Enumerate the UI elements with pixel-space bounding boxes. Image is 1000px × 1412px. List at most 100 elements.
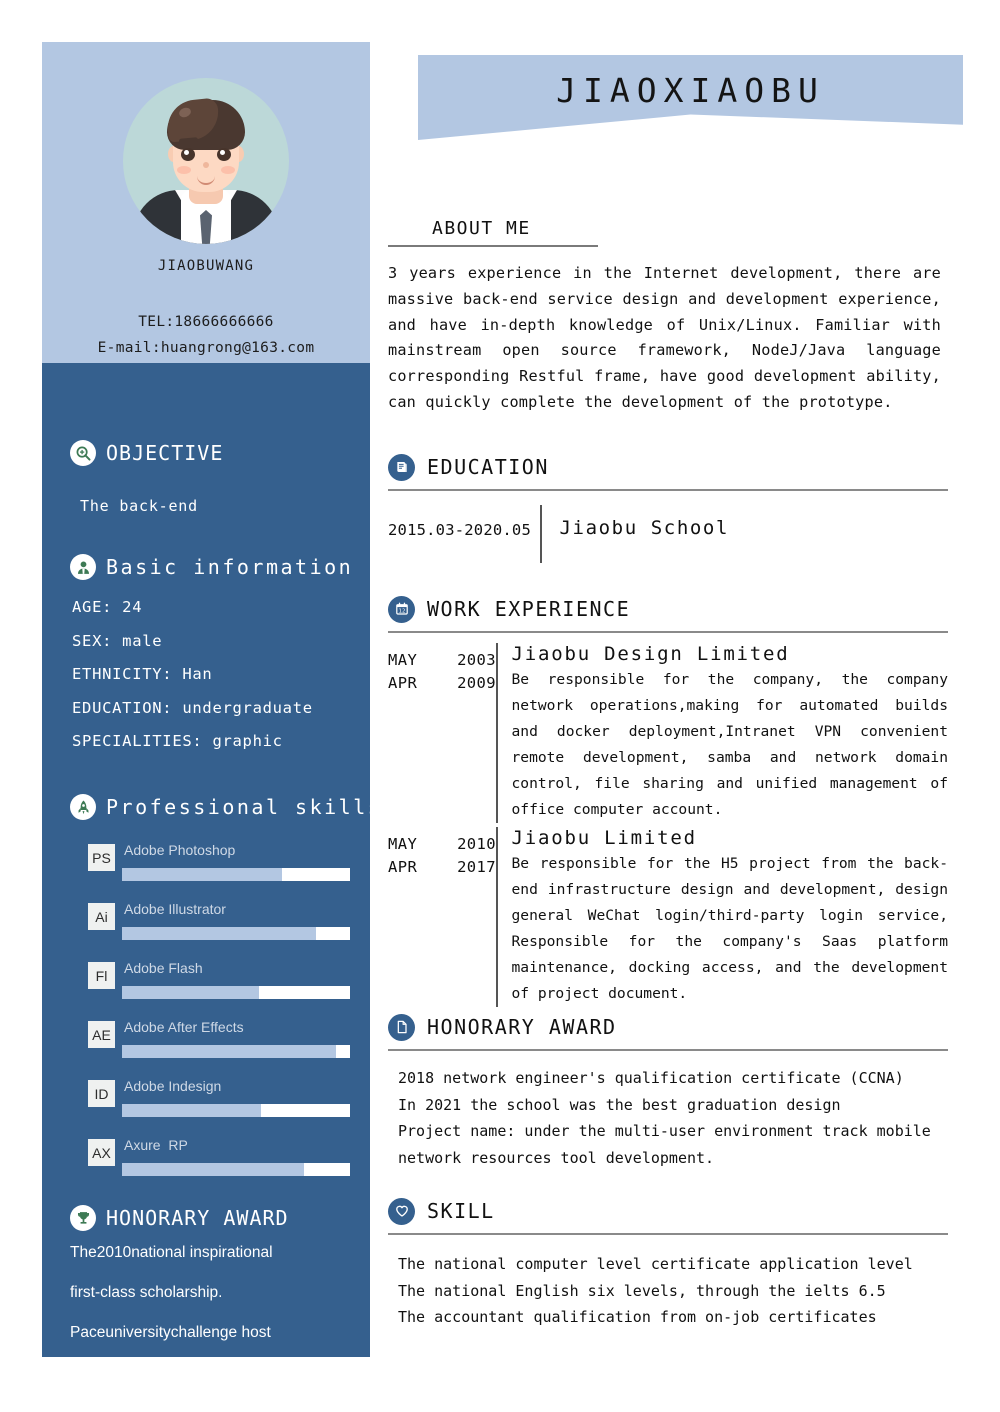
honorary-award-lines: 2018 network engineer's qualification ce… (388, 1065, 948, 1171)
basic-row-age: AGE: 24 (72, 598, 143, 616)
sidebar-honorary-title: HONORARY AWARD (106, 1206, 289, 1230)
document-icon (388, 1013, 415, 1041)
work-experience-rule (388, 631, 948, 633)
work-company-name: Jiaobu Limited (511, 827, 697, 849)
skill-fill (122, 1045, 337, 1058)
skill-bar-row: Fl Adobe Flash (88, 958, 366, 1017)
name-banner: JIAOXIAOBU (418, 55, 963, 140)
sidebar-section-honorary-award: HONORARY AWARD (70, 1205, 289, 1231)
skill-title: SKILL (427, 1199, 495, 1223)
heart-icon (388, 1197, 415, 1225)
sidebar-basic-title: Basic information (106, 555, 354, 579)
sidebar: JIAOBUWANG TEL:18666666666 E-mail:huangr… (42, 42, 380, 1381)
book-icon (388, 453, 415, 481)
contact-telephone: TEL:18666666666 (138, 314, 274, 330)
skill-fill (122, 1163, 305, 1176)
skill-label: Adobe Indesign (124, 1078, 222, 1094)
sidebar-honorary-lines: The2010national inspirational first-clas… (70, 1244, 350, 1404)
skill-track (122, 1045, 350, 1058)
about-me-rule (388, 245, 598, 247)
honorary-award-title: HONORARY AWARD (427, 1015, 617, 1039)
trophy-icon (70, 1205, 96, 1231)
sidebar-section-professional-skills: Professional skills (70, 794, 382, 820)
skill-label: Adobe Illustrator (124, 901, 226, 917)
basic-row-specialities: SPECIALITIES: graphic (72, 732, 283, 750)
honorary-award-line: 2018 network engineer's qualification ce… (398, 1069, 904, 1087)
basic-row-sex: SEX: male (72, 631, 163, 650)
page-title: JIAOXIAOBU (556, 71, 825, 110)
skill-label: Axure RP (124, 1137, 188, 1153)
work-experience-header: 12 WORK EXPERIENCE (388, 594, 948, 624)
sidebar-objective-text: The back-end (80, 497, 198, 515)
sidebar-objective-title: OBJECTIVE (106, 441, 224, 465)
skill-badge: AX (88, 1139, 115, 1166)
work-content: Jiaobu Design Limited Be responsible for … (498, 643, 949, 823)
skill-badge: ID (88, 1080, 115, 1107)
work-description: Be responsible for the company, the comp… (511, 671, 949, 818)
sidebar-basic-list: AGE: 24 SEX: male ETHNICITY: Han EDUCATI… (72, 598, 362, 766)
skill-fill (122, 986, 259, 999)
calendar-icon: 12 (388, 595, 415, 623)
honorary-line: competition first prize in 2011 (70, 1364, 271, 1381)
skill-badge: AE (88, 1021, 115, 1048)
work-content: Jiaobu Limited Be responsible for the H5 … (498, 827, 949, 1007)
skill-fill (122, 868, 282, 881)
honorary-award-line: network resources tool development. (398, 1148, 715, 1167)
about-me-text: 3 years experience in the Internet devel… (388, 264, 941, 411)
candidate-photo-name: JIAOBUWANG (157, 258, 255, 274)
work-end-date: APR 2009 (388, 674, 496, 692)
zoom-in-icon (70, 440, 96, 466)
work-experience-list: MAY 2003 APR 2009 Jiaobu Design Limited Be re… (388, 643, 948, 1007)
work-dates: MAY 2003 APR 2009 (388, 643, 496, 695)
sidebar-skill-bars: PS Adobe Photoshop Ai Adobe Illustrator Fl Ad… (88, 840, 366, 1194)
honorary-award-rule (388, 1049, 948, 1051)
svg-text:12: 12 (398, 608, 405, 614)
avatar (123, 78, 289, 244)
skill-line: The national computer level certificate … (398, 1255, 913, 1273)
education-entry: 2015.03-2020.05 Jiaobu School (388, 505, 948, 563)
honorary-award-header: HONORARY AWARD (388, 1012, 948, 1042)
skill-bar-row: AX Axure RP (88, 1135, 366, 1194)
skill-badge: Ai (88, 903, 115, 930)
skill-track (122, 986, 350, 999)
education-school: Jiaobu School (559, 517, 730, 539)
skill-bar-row: Ai Adobe Illustrator (88, 899, 366, 958)
section-skill: SKILL The national computer level certif… (388, 1196, 948, 1331)
sidebar-section-basic-information: Basic information (70, 554, 353, 580)
section-education: EDUCATION 2015.03-2020.05 Jiaobu School (388, 452, 948, 563)
basic-row-education: EDUCATION: undergraduate (72, 698, 313, 717)
sidebar-section-objective: OBJECTIVE (70, 440, 223, 466)
skill-badge: PS (88, 844, 115, 871)
contact-email: E-mail:huangrong@163.com (97, 340, 315, 356)
honorary-award-line: Project name: under the multi-user envir… (398, 1122, 931, 1140)
skill-fill (122, 927, 316, 940)
skill-track (122, 868, 350, 881)
skill-fill (122, 1104, 262, 1117)
skill-badge: Fl (88, 962, 115, 989)
education-header: EDUCATION (388, 452, 948, 482)
education-rule (388, 489, 948, 491)
work-experience-title: WORK EXPERIENCE (427, 597, 631, 621)
rocket-icon (70, 794, 96, 820)
work-start-date: MAY 2003 (388, 651, 496, 669)
about-me-title: ABOUT ME (432, 218, 531, 239)
skill-header: SKILL (388, 1196, 948, 1226)
avatar-portrait (123, 78, 289, 244)
work-end-date: APR 2017 (388, 858, 496, 876)
skill-bar-row: ID Adobe Indesign (88, 1076, 366, 1135)
user-icon (70, 554, 96, 580)
honorary-award-line: In 2021 the school was the best graduati… (398, 1095, 841, 1114)
basic-row-ethnicity: ETHNICITY: Han (72, 665, 213, 683)
skill-label: Adobe After Effects (124, 1019, 244, 1035)
education-title: EDUCATION (427, 455, 549, 479)
skill-track (122, 1104, 350, 1117)
skill-track (122, 1163, 350, 1176)
honorary-line: first-class scholarship. (70, 1284, 223, 1301)
work-start-date: MAY 2010 (388, 835, 496, 853)
skill-bar-row: AE Adobe After Effects (88, 1017, 366, 1076)
honorary-line: The2010national inspirational (70, 1244, 273, 1261)
section-about-me: ABOUT ME 3 years experience in the Inter… (388, 218, 948, 416)
skill-line: The accountant qualification from on-job… (398, 1308, 877, 1326)
work-company-name: Jiaobu Design Limited (511, 643, 790, 665)
education-date: 2015.03-2020.05 (388, 521, 531, 539)
